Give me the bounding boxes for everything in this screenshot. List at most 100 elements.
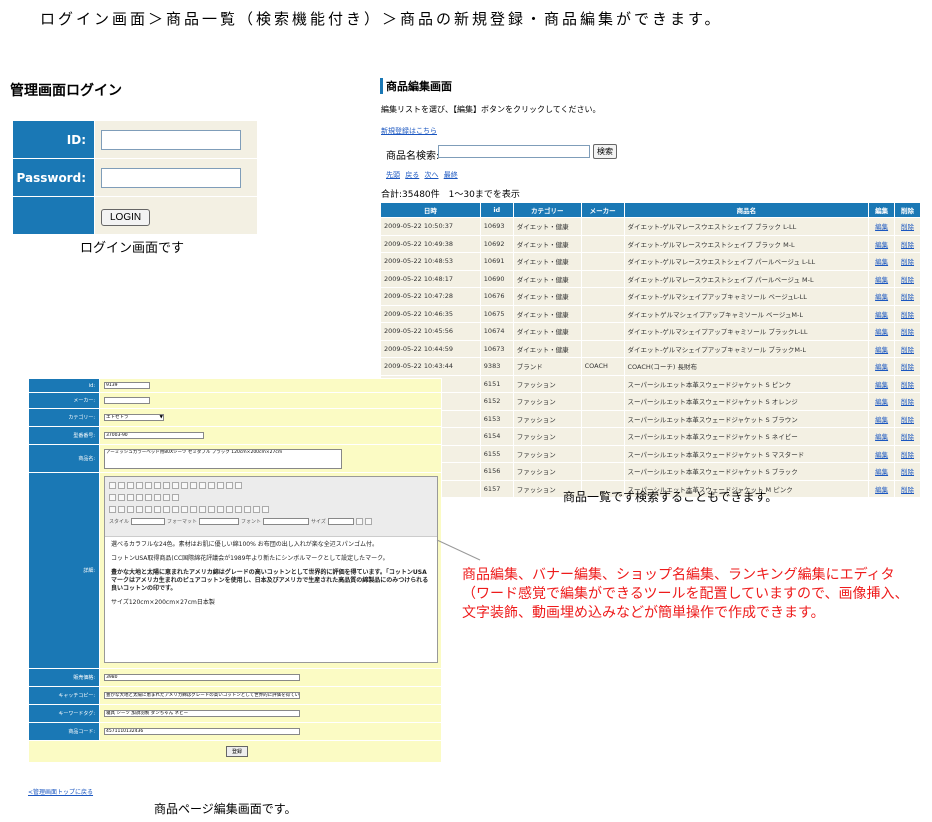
edit-link[interactable]: 編集 (868, 392, 896, 411)
indent-icon[interactable] (190, 506, 197, 513)
italic-icon[interactable] (118, 506, 125, 513)
maker-field[interactable] (104, 397, 150, 404)
edit-link[interactable]: 編集 (868, 374, 896, 393)
register-button[interactable]: 登録 (225, 746, 248, 757)
edit-link[interactable]: 編集 (868, 217, 896, 236)
format-select[interactable] (199, 518, 240, 525)
id-input[interactable] (101, 129, 241, 150)
find-icon[interactable] (226, 482, 233, 489)
flash-icon[interactable] (244, 506, 251, 513)
edit-link[interactable]: 編集 (868, 252, 896, 271)
delete-link[interactable]: 削除 (894, 479, 921, 498)
table-icon[interactable] (253, 506, 260, 513)
align-center-icon[interactable] (208, 506, 215, 513)
product-name-field[interactable]: アーミッシュカラーベッド用80Xシーツ セミダブル ブラック 120cm×200… (104, 448, 342, 469)
delete-link[interactable]: 削除 (894, 357, 921, 376)
delete-link[interactable]: 削除 (894, 339, 921, 358)
catch-copy-field[interactable]: 豊かな大地と太陽に恵まれたアメリカ綿はグレードの高いコットンとして世界的に評価を… (104, 692, 300, 699)
button-icon[interactable] (163, 494, 170, 501)
pager-first[interactable]: 先頭 (386, 171, 400, 179)
pager-last[interactable]: 最終 (444, 171, 458, 179)
checkbox-icon[interactable] (118, 494, 125, 501)
rich-text-editor[interactable]: スタイル フォーマット フォント サイズ 選べるカラフルな24色。素材はお肌に優… (104, 476, 438, 663)
model-field[interactable]: 37003-90 (104, 432, 204, 439)
edit-link[interactable]: 編集 (868, 322, 896, 341)
edit-link[interactable]: 編集 (868, 479, 896, 498)
underline-icon[interactable] (127, 506, 134, 513)
cut-icon[interactable] (154, 482, 161, 489)
login-button[interactable]: LOGIN (101, 209, 151, 226)
image-button-icon[interactable] (172, 494, 179, 501)
copy-icon[interactable] (163, 482, 170, 489)
delete-link[interactable]: 削除 (894, 322, 921, 341)
bg-color-icon[interactable] (364, 518, 372, 525)
form-icon[interactable] (109, 494, 116, 501)
delete-link[interactable]: 削除 (894, 304, 921, 323)
product-code-field[interactable]: 4571110132436 (104, 728, 300, 735)
redo-icon[interactable] (217, 482, 224, 489)
back-to-top-link[interactable]: <管理画面トップに戻る (28, 787, 93, 796)
subscript-icon[interactable] (145, 506, 152, 513)
delete-link[interactable]: 削除 (894, 409, 921, 428)
edit-link[interactable]: 編集 (868, 287, 896, 306)
pager-prev[interactable]: 戻る (405, 171, 419, 179)
save-icon[interactable] (118, 482, 125, 489)
paste-text-icon[interactable] (181, 482, 188, 489)
delete-link[interactable]: 削除 (894, 462, 921, 481)
style-select[interactable] (131, 518, 166, 525)
new-page-icon[interactable] (127, 482, 134, 489)
edit-link[interactable]: 編集 (868, 339, 896, 358)
select-icon[interactable] (154, 494, 161, 501)
search-input[interactable] (438, 145, 590, 158)
edit-link[interactable]: 編集 (868, 427, 896, 446)
edit-link[interactable]: 編集 (868, 357, 896, 376)
align-right-icon[interactable] (217, 506, 224, 513)
undo-icon[interactable] (208, 482, 215, 489)
delete-link[interactable]: 削除 (894, 444, 921, 463)
pager-next[interactable]: 次へ (424, 171, 438, 179)
new-product-link[interactable]: 新規登録はこちら (381, 126, 437, 136)
align-left-icon[interactable] (199, 506, 206, 513)
delete-link[interactable]: 削除 (894, 374, 921, 393)
superscript-icon[interactable] (154, 506, 161, 513)
source-icon[interactable] (109, 482, 116, 489)
spellcheck-icon[interactable] (199, 482, 206, 489)
bulleted-list-icon[interactable] (172, 506, 179, 513)
edit-link[interactable]: 編集 (868, 234, 896, 253)
delete-link[interactable]: 削除 (894, 392, 921, 411)
replace-icon[interactable] (235, 482, 242, 489)
image-icon[interactable] (235, 506, 242, 513)
text-color-icon[interactable] (355, 518, 363, 525)
preview-icon[interactable] (136, 482, 143, 489)
numbered-list-icon[interactable] (163, 506, 170, 513)
size-select[interactable] (327, 518, 354, 525)
price-field[interactable]: 3980 (104, 674, 300, 681)
delete-link[interactable]: 削除 (894, 269, 921, 288)
radio-icon[interactable] (127, 494, 134, 501)
textarea-icon[interactable] (145, 494, 152, 501)
textfield-icon[interactable] (136, 494, 143, 501)
id-field[interactable]: 9139 (104, 382, 150, 389)
edit-link[interactable]: 編集 (868, 444, 896, 463)
edit-link[interactable]: 編集 (868, 462, 896, 481)
strike-icon[interactable] (136, 506, 143, 513)
link-icon[interactable] (226, 506, 233, 513)
delete-link[interactable]: 削除 (894, 252, 921, 271)
smiley-icon[interactable] (262, 506, 269, 513)
category-select[interactable]: エトセトラ ▼ (104, 414, 164, 421)
paste-icon[interactable] (172, 482, 179, 489)
bold-icon[interactable] (109, 506, 116, 513)
print-icon[interactable] (190, 482, 197, 489)
delete-link[interactable]: 削除 (894, 234, 921, 253)
editor-content[interactable]: 選べるカラフルな24色。素材はお肌に優しい綿100% お布団の出し入れが楽な全辺… (105, 537, 437, 617)
edit-link[interactable]: 編集 (868, 304, 896, 323)
keyword-field[interactable]: 寝具 シーツ 加須羽製 ダンちゃん ネビー (104, 710, 300, 717)
edit-link[interactable]: 編集 (868, 409, 896, 428)
delete-link[interactable]: 削除 (894, 217, 921, 236)
template-icon[interactable] (145, 482, 152, 489)
search-button[interactable]: 検索 (593, 144, 617, 159)
font-select[interactable] (263, 518, 310, 525)
delete-link[interactable]: 削除 (894, 427, 921, 446)
edit-link[interactable]: 編集 (868, 269, 896, 288)
password-input[interactable] (101, 167, 241, 188)
